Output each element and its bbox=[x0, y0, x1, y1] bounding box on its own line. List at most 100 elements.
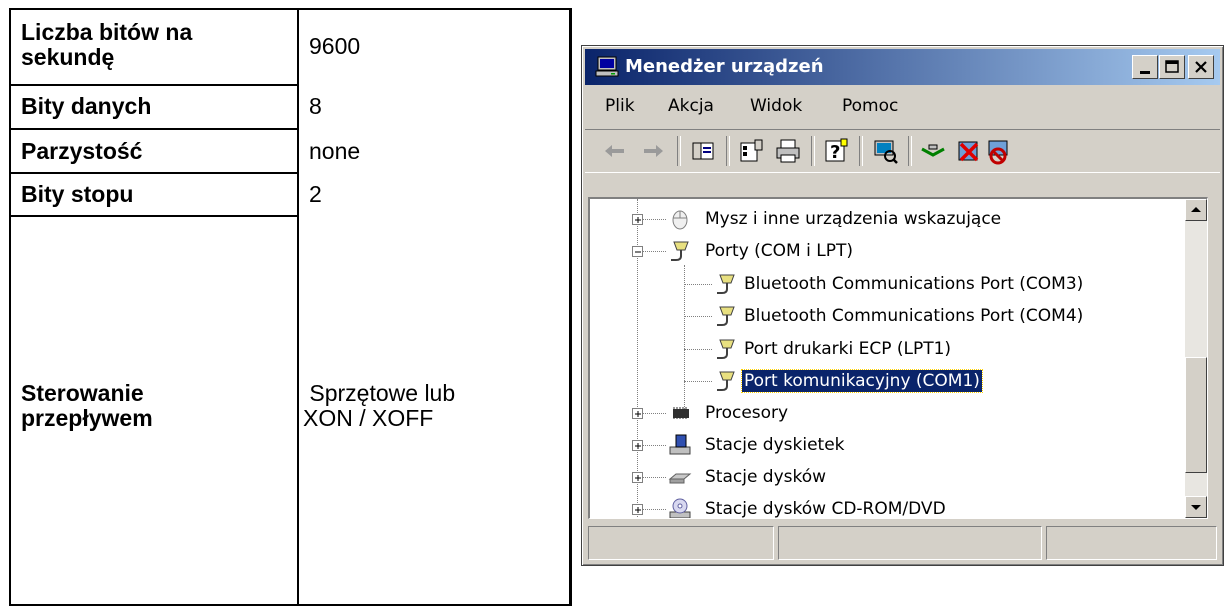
tree-connector bbox=[684, 316, 712, 317]
port-icon bbox=[671, 241, 689, 261]
cdrom-icon bbox=[669, 498, 691, 518]
tree-connector bbox=[684, 284, 712, 285]
tree-connector bbox=[642, 509, 666, 510]
toolbar-separator bbox=[908, 136, 912, 166]
status-panel bbox=[588, 526, 774, 560]
vertical-scrollbar[interactable] bbox=[1185, 199, 1207, 518]
help-icon[interactable]: ? bbox=[822, 137, 850, 165]
parity-value: none bbox=[309, 138, 361, 164]
device-tree[interactable]: Mysz i inne urządzenia wskazujące Porty … bbox=[588, 197, 1208, 519]
forward-arrow-icon[interactable] bbox=[639, 137, 667, 165]
scroll-up-button[interactable] bbox=[1185, 199, 1207, 221]
tree-item-bluetooth-com3[interactable]: Bluetooth Communications Port (COM3) bbox=[744, 273, 1083, 295]
properties-icon[interactable] bbox=[737, 137, 765, 165]
port-icon bbox=[717, 306, 735, 326]
tree-connector bbox=[684, 349, 712, 350]
scrollbar-thumb[interactable] bbox=[1185, 357, 1207, 473]
data-bits-value: 8 bbox=[309, 93, 322, 119]
arrow-up-icon bbox=[1191, 207, 1201, 212]
update-driver-icon[interactable] bbox=[919, 137, 947, 165]
flow-control-value: Sprzętowe lub XON / XOFF bbox=[303, 380, 456, 431]
minimize-icon bbox=[1140, 71, 1150, 74]
window-title: Menedżer urządzeń bbox=[625, 56, 824, 77]
tree-item-bluetooth-com4[interactable]: Bluetooth Communications Port (COM4) bbox=[744, 305, 1083, 327]
plus-icon bbox=[635, 217, 641, 223]
table-row-divider bbox=[11, 215, 298, 217]
status-panel bbox=[778, 526, 1042, 560]
maximize-icon bbox=[1165, 60, 1179, 73]
title-bar[interactable]: Menedżer urządzeń bbox=[585, 49, 1220, 85]
toolbar-separator bbox=[726, 136, 730, 166]
plus-icon bbox=[635, 411, 641, 417]
minimize-button[interactable] bbox=[1132, 55, 1158, 79]
plus-icon bbox=[635, 475, 641, 481]
svg-text:?: ? bbox=[830, 142, 840, 163]
port-icon bbox=[717, 274, 735, 294]
tree-item-floppy-drives[interactable]: Stacje dyskietek bbox=[705, 434, 845, 456]
expand-toggle[interactable] bbox=[632, 440, 643, 451]
menu-file[interactable]: Plik bbox=[605, 96, 635, 116]
disk-drive-icon bbox=[668, 473, 692, 484]
toolbar: ? bbox=[585, 129, 1220, 173]
maximize-button[interactable] bbox=[1159, 55, 1185, 79]
stop-bits-value: 2 bbox=[309, 181, 322, 207]
tree-connector bbox=[642, 251, 666, 252]
back-arrow-icon[interactable] bbox=[601, 137, 629, 165]
mouse-icon bbox=[672, 210, 688, 230]
close-button[interactable] bbox=[1188, 55, 1214, 79]
tree-connector bbox=[684, 265, 685, 415]
close-icon bbox=[1195, 61, 1207, 73]
expand-toggle[interactable] bbox=[632, 472, 643, 483]
expand-toggle[interactable] bbox=[632, 408, 643, 419]
serial-settings-table: Liczba bitów na sekundę 9600 Bity danych… bbox=[9, 8, 572, 606]
toolbar-separator bbox=[811, 136, 815, 166]
disable-device-icon[interactable] bbox=[955, 137, 983, 165]
baud-rate-label: Liczba bitów na sekundę bbox=[21, 19, 193, 70]
device-manager-window: Menedżer urządzeń Plik Akcja Widok Pomoc bbox=[581, 45, 1224, 566]
arrow-down-icon bbox=[1191, 505, 1201, 510]
toolbar-separator bbox=[677, 136, 681, 166]
collapse-toggle[interactable] bbox=[632, 246, 643, 257]
tree-item-mouse[interactable]: Mysz i inne urządzenia wskazujące bbox=[705, 208, 1001, 230]
table-column-divider bbox=[297, 10, 299, 604]
tree-connector bbox=[684, 381, 712, 382]
print-icon[interactable] bbox=[774, 137, 802, 165]
toolbar-separator bbox=[859, 136, 863, 166]
expand-toggle[interactable] bbox=[632, 214, 643, 225]
tree-connector bbox=[642, 219, 666, 220]
tree-connector bbox=[642, 413, 666, 414]
tree-item-com1[interactable]: Port komunikacyjny (COM1) bbox=[741, 369, 983, 393]
tree-item-processors[interactable]: Procesory bbox=[705, 402, 788, 424]
table-right-divider bbox=[569, 10, 571, 604]
table-row-divider bbox=[11, 172, 298, 174]
port-icon bbox=[717, 371, 735, 391]
port-icon bbox=[717, 339, 735, 359]
floppy-drive-icon bbox=[669, 434, 691, 455]
expand-toggle[interactable] bbox=[632, 504, 643, 515]
menu-help[interactable]: Pomoc bbox=[842, 96, 898, 116]
tree-item-cdrom-dvd[interactable]: Stacje dysków CD-ROM/DVD bbox=[705, 498, 946, 518]
data-bits-label: Bity danych bbox=[21, 93, 152, 119]
cpu-icon bbox=[673, 407, 689, 419]
stop-bits-label: Bity stopu bbox=[21, 181, 134, 207]
menu-action[interactable]: Akcja bbox=[668, 96, 714, 116]
scroll-down-button[interactable] bbox=[1185, 496, 1207, 518]
parity-label: Parzystość bbox=[21, 138, 143, 164]
flow-control-label: Sterowanie przepływem bbox=[21, 380, 153, 431]
scan-hardware-icon[interactable] bbox=[871, 137, 899, 165]
status-panel bbox=[1046, 526, 1217, 560]
minus-icon bbox=[635, 251, 641, 253]
tree-connector bbox=[642, 477, 666, 478]
tree-item-disk-drives[interactable]: Stacje dysków bbox=[705, 466, 826, 488]
baud-rate-value: 9600 bbox=[309, 33, 361, 59]
computer-icon bbox=[595, 56, 619, 77]
table-row-divider bbox=[11, 128, 298, 130]
tree-item-ports[interactable]: Porty (COM i LPT) bbox=[705, 240, 853, 262]
show-hide-tree-icon[interactable] bbox=[689, 137, 717, 165]
menu-view[interactable]: Widok bbox=[750, 96, 802, 116]
menu-bar: Plik Akcja Widok Pomoc bbox=[585, 88, 1220, 124]
table-row-divider bbox=[11, 84, 298, 86]
uninstall-device-icon[interactable] bbox=[985, 137, 1013, 165]
tree-item-ecp-lpt1[interactable]: Port drukarki ECP (LPT1) bbox=[744, 338, 951, 360]
tree-connector bbox=[642, 445, 666, 446]
